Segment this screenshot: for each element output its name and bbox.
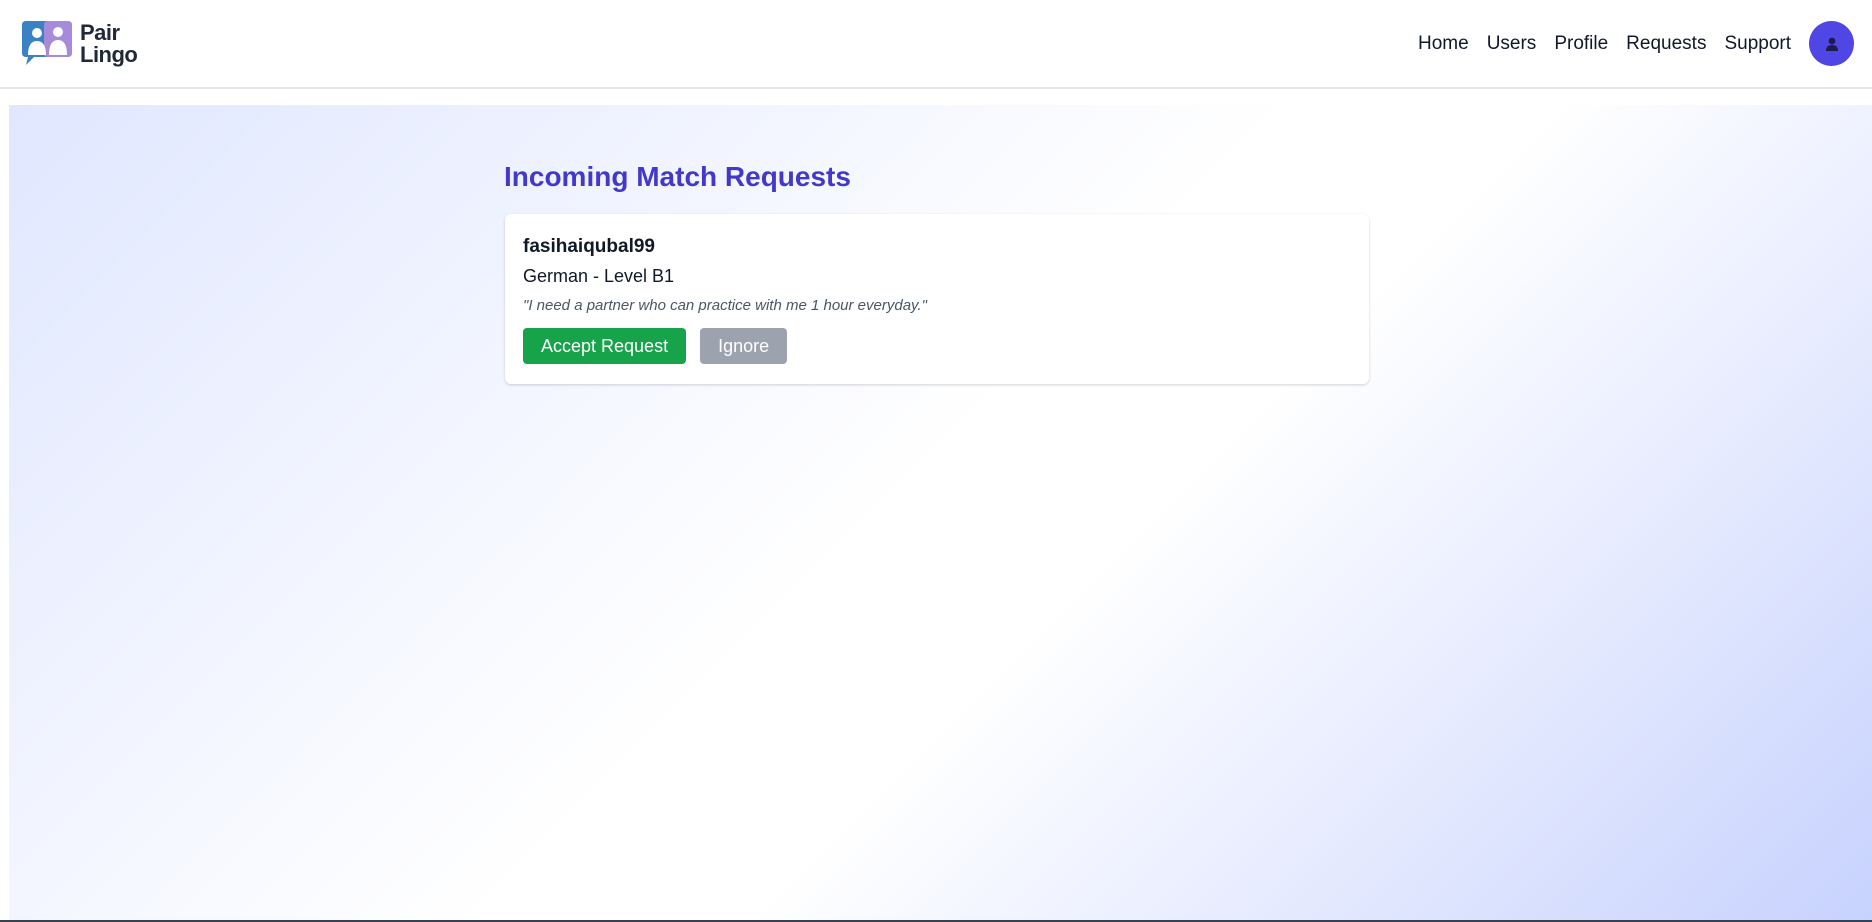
- brand-line-2: Lingo: [80, 41, 138, 67]
- nav-right: Home Users Profile Requests Support: [1400, 21, 1854, 66]
- avatar-button[interactable]: [1809, 21, 1854, 66]
- accept-request-button[interactable]: Accept Request: [523, 328, 687, 364]
- main-content: Incoming Match Requests fasihaiqubal99 G…: [9, 105, 1872, 920]
- brand-line-1: Pair: [80, 19, 120, 45]
- nav-link-profile[interactable]: Profile: [1554, 33, 1608, 55]
- nav-link-support[interactable]: Support: [1724, 33, 1791, 55]
- brand-name: Pair Lingo: [80, 19, 138, 67]
- request-language: German - Level B1: [523, 266, 675, 286]
- nav-links: Home Users Profile Requests Support: [1400, 33, 1791, 55]
- nav-link-users[interactable]: Users: [1487, 33, 1537, 55]
- ignore-request-button[interactable]: Ignore: [700, 328, 788, 364]
- navbar: Pair Lingo Home Users Profile Requests S…: [0, 0, 1872, 89]
- nav-link-home[interactable]: Home: [1418, 33, 1469, 55]
- user-icon: [1825, 37, 1838, 51]
- request-actions: Accept Request Ignore: [523, 328, 1351, 364]
- request-card: fasihaiqubal99 German - Level B1 "I need…: [505, 214, 1369, 384]
- logo-icon: [22, 20, 72, 65]
- request-message: "I need a partner who can practice with …: [523, 297, 927, 314]
- page-title: Incoming Match Requests: [504, 161, 851, 192]
- request-username: fasihaiqubal99: [523, 236, 655, 257]
- nav-link-requests[interactable]: Requests: [1626, 33, 1706, 55]
- brand-logo[interactable]: Pair Lingo: [20, 19, 138, 69]
